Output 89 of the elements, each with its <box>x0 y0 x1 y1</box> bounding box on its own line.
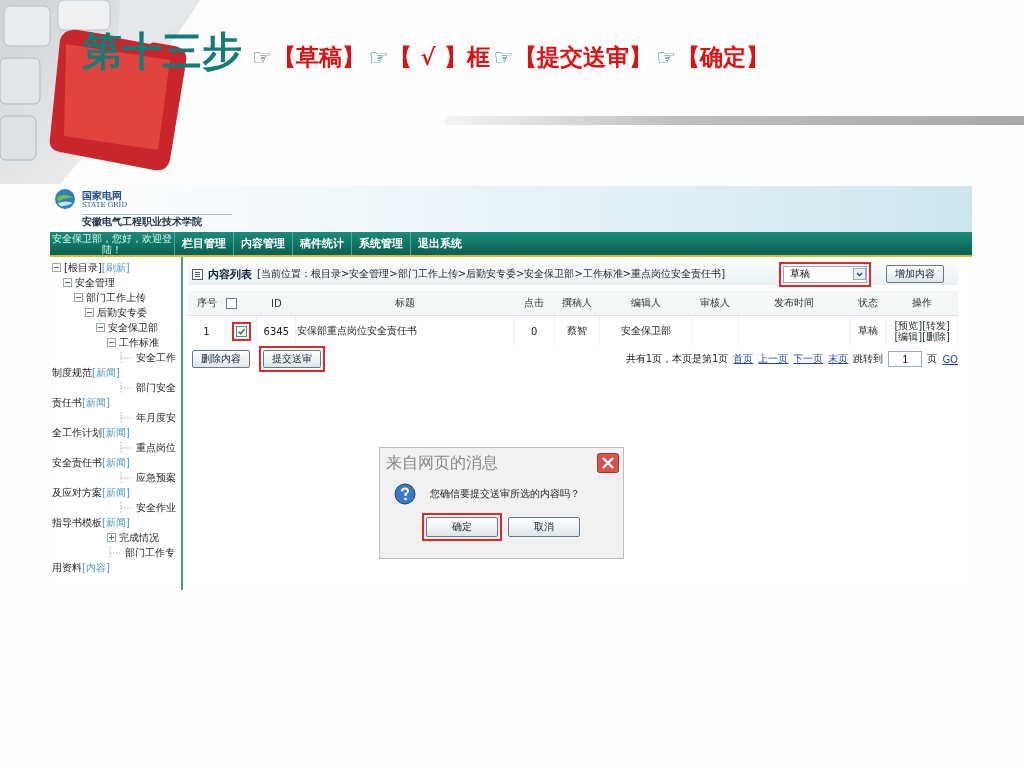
tree-item[interactable]: 后勤安专委 <box>97 305 181 320</box>
pointer-glyph: ☞ <box>493 45 514 70</box>
pointer-glyph: ☞ <box>368 45 389 70</box>
pointer-glyph: ☞ <box>252 45 272 70</box>
question-icon <box>394 483 416 505</box>
nav-item[interactable]: 内容管理 <box>233 232 292 255</box>
breadcrumb: [当前位置：根目录>安全管理>部门工作上传>后勤安专委>安全保卫部>工作标准>重点岗位安全责任书] <box>257 267 726 281</box>
tree-item[interactable]: 部门安全责任书[新闻] <box>52 380 181 410</box>
logo-title: 国家电网 <box>82 189 122 201</box>
school-name: 安徽电气工程职业技术学院 <box>82 214 232 227</box>
go-link[interactable]: GO <box>942 353 958 365</box>
table-cell: 0 <box>513 315 555 346</box>
column-header: 撰稿人 <box>554 291 600 316</box>
column-header: 点击 <box>513 291 555 316</box>
close-icon[interactable] <box>597 453 619 473</box>
tree-item[interactable]: 安全管理 <box>75 275 181 290</box>
action-link[interactable]: [删除] <box>922 331 951 342</box>
table-cell: 安保部重点岗位安全责任书 <box>295 315 514 346</box>
collapse-icon[interactable] <box>96 323 105 332</box>
add-button[interactable]: 增加内容 <box>886 265 944 283</box>
action-link[interactable]: [转发] <box>922 320 951 331</box>
tree-line-icon <box>118 502 134 514</box>
nav-item[interactable]: 退出系统 <box>410 232 469 255</box>
page-link[interactable]: 上一页 <box>758 352 789 366</box>
tree-item[interactable]: 应急预案及应对方案[新闻] <box>52 470 181 500</box>
page-input[interactable]: 1 <box>888 351 923 367</box>
action-link[interactable]: [预览] <box>894 320 923 331</box>
column-header: 操作 <box>886 291 958 316</box>
tree-item[interactable]: 安全作业指导书模板[新闻] <box>52 500 181 530</box>
column-header: 发布时间 <box>738 291 850 316</box>
list-icon <box>192 268 203 280</box>
action-button[interactable]: 删除内容 <box>192 350 250 368</box>
collapse-icon[interactable] <box>107 338 116 347</box>
collapse-icon[interactable] <box>52 263 61 272</box>
expand-icon[interactable] <box>107 533 116 542</box>
pointer-glyph: ☞ <box>656 45 677 70</box>
checkbox[interactable] <box>226 297 238 309</box>
tree-item[interactable]: 部门工作上传 <box>86 290 181 305</box>
list-title: 内容列表 <box>208 266 252 282</box>
page-summary: 共有1页，本页是第1页 <box>625 352 729 366</box>
tree-line-icon <box>118 382 134 394</box>
tree-line-icon <box>118 352 134 364</box>
page-unit: 页 <box>927 352 938 366</box>
tree-line-icon <box>107 547 123 559</box>
jump-label: 跳转到 <box>853 352 884 366</box>
dialog-button[interactable]: 确定 <box>426 517 498 537</box>
tree-item[interactable]: 部门工作专用资料[内容] <box>52 545 181 575</box>
column-header: 标题 <box>295 291 514 316</box>
column-header: 审核人 <box>691 291 739 316</box>
tree-item[interactable]: [根目录][刷新] <box>64 260 181 275</box>
column-header: ID <box>256 291 296 316</box>
dialog-message: 您确信要提交送审所选的内容吗？ <box>430 487 580 501</box>
table-cell: 草稿 <box>849 315 887 346</box>
collapse-icon[interactable] <box>85 308 94 317</box>
tree-item[interactable]: 完成情况 <box>119 530 181 545</box>
step-label: 【提交送审】 <box>514 42 653 72</box>
tree-item[interactable]: 工作标准 <box>119 335 181 350</box>
table-cell: 安全保卫部 <box>599 315 692 346</box>
step-label: 【 √ 】框 <box>389 42 490 72</box>
tree-line-icon <box>118 442 134 454</box>
globe-logo-icon <box>54 188 76 210</box>
tree-item[interactable]: 年月度安全工作计划[新闻] <box>52 410 181 440</box>
step-label: 【确定】 <box>677 42 770 72</box>
tree-line-icon <box>118 472 134 484</box>
column-header: 编辑人 <box>599 291 692 316</box>
table-cell: 6345 <box>256 315 296 346</box>
page-link[interactable]: 下一页 <box>793 352 824 366</box>
tree-line-icon <box>118 412 134 424</box>
collapse-icon[interactable] <box>63 278 72 287</box>
dialog-button[interactable]: 取消 <box>508 517 580 537</box>
action-link[interactable]: [编辑] <box>894 331 923 342</box>
step-label: 【草稿】 <box>272 42 365 72</box>
status-dropdown[interactable]: 草稿 <box>783 265 867 283</box>
action-button[interactable]: 提交送审 <box>263 350 321 368</box>
collapse-icon[interactable] <box>74 293 83 302</box>
column-header: 序号 <box>188 291 226 316</box>
tree-item[interactable]: 安全保卫部 <box>108 320 181 335</box>
tree-item[interactable]: 安全工作制度规范[新闻] <box>52 350 181 380</box>
page-link[interactable]: 首页 <box>733 352 754 366</box>
nav-item[interactable]: 栏目管理 <box>174 232 233 255</box>
table-cell: 蔡智 <box>554 315 600 346</box>
greeting-text: 安全保卫部，您好，欢迎登陆！ <box>51 232 173 255</box>
page-link[interactable]: 末页 <box>828 352 849 366</box>
tree-item[interactable]: 重点岗位安全责任书[新闻] <box>52 440 181 470</box>
table-cell: 1 <box>188 315 226 346</box>
column-header: 状态 <box>849 291 887 316</box>
nav-item[interactable]: 系统管理 <box>351 232 410 255</box>
nav-item[interactable]: 稿件统计 <box>292 232 351 255</box>
dialog-title: 来自网页的消息 <box>386 452 498 474</box>
